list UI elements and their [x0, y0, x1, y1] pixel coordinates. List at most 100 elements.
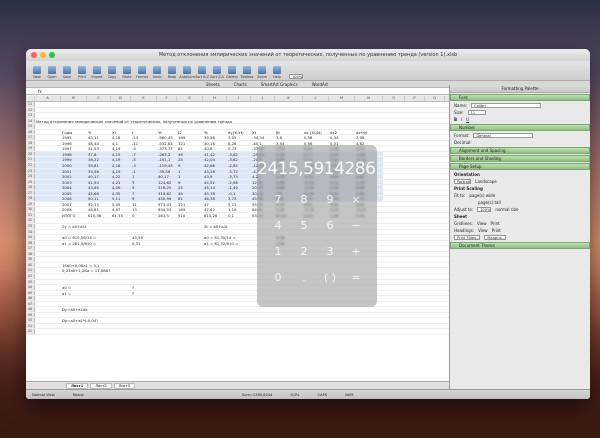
- ribbon-tab-smartart-graphics[interactable]: SmartArt Graphics: [261, 82, 298, 87]
- cell[interactable]: [131, 263, 157, 268]
- row-number[interactable]: 46: [26, 296, 35, 301]
- cell[interactable]: 9: [177, 163, 203, 168]
- document-theme-section-header[interactable]: Document Theme: [450, 242, 590, 249]
- row-number[interactable]: 26: [26, 185, 35, 190]
- row-number[interactable]: 45: [26, 290, 35, 296]
- calculator-key[interactable]: .: [291, 269, 317, 287]
- cell[interactable]: 910: [177, 213, 203, 218]
- column-header-L[interactable]: L: [303, 96, 329, 101]
- cell[interactable]: [177, 291, 203, 296]
- corner-cell[interactable]: [26, 96, 35, 101]
- toolbar-button-gallery[interactable]: Gallery: [225, 66, 239, 79]
- cell[interactable]: 2007: [61, 202, 87, 207]
- cell[interactable]: 41,54: [87, 179, 111, 185]
- row-number[interactable]: 23: [26, 168, 35, 174]
- cell[interactable]: [87, 318, 111, 323]
- row-number[interactable]: 47: [26, 301, 35, 307]
- cell[interactable]: Xt: [251, 130, 275, 135]
- cell[interactable]: 45,76: [203, 190, 227, 196]
- cell[interactable]: 38,22: [87, 157, 111, 162]
- row-number[interactable]: 34: [26, 229, 35, 235]
- cell[interactable]: [203, 268, 227, 273]
- number-format-select[interactable]: General: [473, 133, 534, 138]
- row-number[interactable]: 31: [26, 212, 35, 218]
- sheet-tab-1[interactable]: Лист1: [66, 382, 89, 389]
- cell[interactable]: [35, 141, 61, 146]
- toolbar-button-save[interactable]: Save: [60, 66, 74, 79]
- cell[interactable]: 45,14: [203, 185, 227, 190]
- sheet-heading[interactable]: Метод отклонения эмпирических значений о…: [35, 119, 232, 124]
- cell[interactable]: [35, 285, 61, 290]
- row-number[interactable]: 18: [26, 140, 35, 146]
- cell[interactable]: ИТОГО: [61, 213, 87, 218]
- row-number[interactable]: 13: [26, 113, 35, 118]
- cell[interactable]: [111, 268, 131, 273]
- cell[interactable]: 1997: [61, 146, 87, 151]
- cell[interactable]: [177, 285, 203, 290]
- cell[interactable]: 81: [177, 146, 203, 151]
- calculator-key[interactable]: 9: [317, 191, 343, 209]
- cell[interactable]: 41,42: [203, 151, 227, 157]
- ribbon-tab-wordart[interactable]: WordArt: [312, 82, 328, 87]
- cell[interactable]: 0,31: [131, 241, 157, 246]
- cell[interactable]: 0,73: [227, 146, 251, 151]
- cell[interactable]: a0 = 610,56/14 =: [61, 235, 96, 240]
- cell[interactable]: [157, 268, 177, 273]
- cell[interactable]: 0,34: [329, 135, 355, 140]
- cell[interactable]: Yt: [203, 130, 227, 135]
- calculator-key[interactable]: 7: [265, 191, 291, 209]
- cell[interactable]: [35, 207, 61, 212]
- cell[interactable]: [177, 235, 203, 240]
- cell[interactable]: 1996: [61, 141, 87, 146]
- margins-button[interactable]: Margins...: [484, 235, 506, 240]
- cell[interactable]: [111, 224, 131, 229]
- cell[interactable]: [157, 318, 177, 323]
- cell[interactable]: -2,85: [227, 163, 251, 168]
- cell[interactable]: [227, 318, 251, 323]
- toolbar-button-copy[interactable]: Copy: [105, 66, 119, 79]
- borders-section-header[interactable]: Borders and Shading: [450, 155, 590, 162]
- cell[interactable]: Yt: [157, 130, 177, 135]
- calculator-key[interactable]: =: [343, 269, 369, 287]
- row-number[interactable]: 36: [26, 240, 35, 246]
- row-number[interactable]: 42: [26, 273, 35, 279]
- gridlines-print-checkbox[interactable]: Print: [491, 221, 500, 226]
- toolbar-button-format[interactable]: Format: [135, 66, 149, 79]
- cell[interactable]: [35, 168, 61, 174]
- cell[interactable]: 13: [131, 207, 157, 212]
- column-header-J[interactable]: J: [251, 96, 275, 101]
- toolbar-button-paste[interactable]: Paste: [120, 66, 134, 79]
- column-header-C[interactable]: C: [87, 96, 111, 101]
- cell[interactable]: [177, 307, 203, 312]
- toolbar-button-toolbox[interactable]: Toolbox: [240, 66, 254, 79]
- cell[interactable]: [35, 268, 61, 273]
- cell[interactable]: 40,8: [203, 146, 227, 151]
- cell[interactable]: 81: [177, 196, 203, 201]
- cell[interactable]: -373,77: [157, 146, 177, 151]
- column-header-A[interactable]: A: [35, 96, 61, 101]
- cell[interactable]: 9: [131, 196, 157, 201]
- cell[interactable]: [111, 307, 131, 312]
- row-number[interactable]: 19: [26, 146, 35, 151]
- cell[interactable]: a1 =: [61, 291, 87, 296]
- cell[interactable]: [35, 151, 61, 157]
- cell[interactable]: 46,38: [203, 196, 227, 201]
- toolbar-button-open[interactable]: Open: [45, 66, 59, 79]
- cell[interactable]: a1 = 281,5/910 =: [61, 241, 96, 246]
- cell[interactable]: 1995: [61, 135, 87, 140]
- cell[interactable]: 42,04: [203, 157, 227, 162]
- cell[interactable]: -3,82: [227, 151, 251, 157]
- cell[interactable]: 39,56: [87, 168, 111, 174]
- toolbar-button-redo[interactable]: Redo: [165, 66, 179, 79]
- cell[interactable]: [227, 291, 251, 296]
- cell[interactable]: 48,81: [87, 207, 111, 212]
- cell[interactable]: [227, 307, 251, 312]
- column-header-P[interactable]: P: [405, 96, 425, 101]
- cell[interactable]: 2,06: [355, 135, 383, 140]
- cell[interactable]: 0,03a0+1,28a = 11,5887: [61, 268, 110, 273]
- cell[interactable]: 4,15: [111, 151, 131, 157]
- cell[interactable]: 5,05: [111, 202, 131, 207]
- cell[interactable]: dx*dy: [355, 130, 383, 135]
- cell[interactable]: -3: [131, 163, 157, 168]
- cell[interactable]: Годы: [61, 130, 87, 135]
